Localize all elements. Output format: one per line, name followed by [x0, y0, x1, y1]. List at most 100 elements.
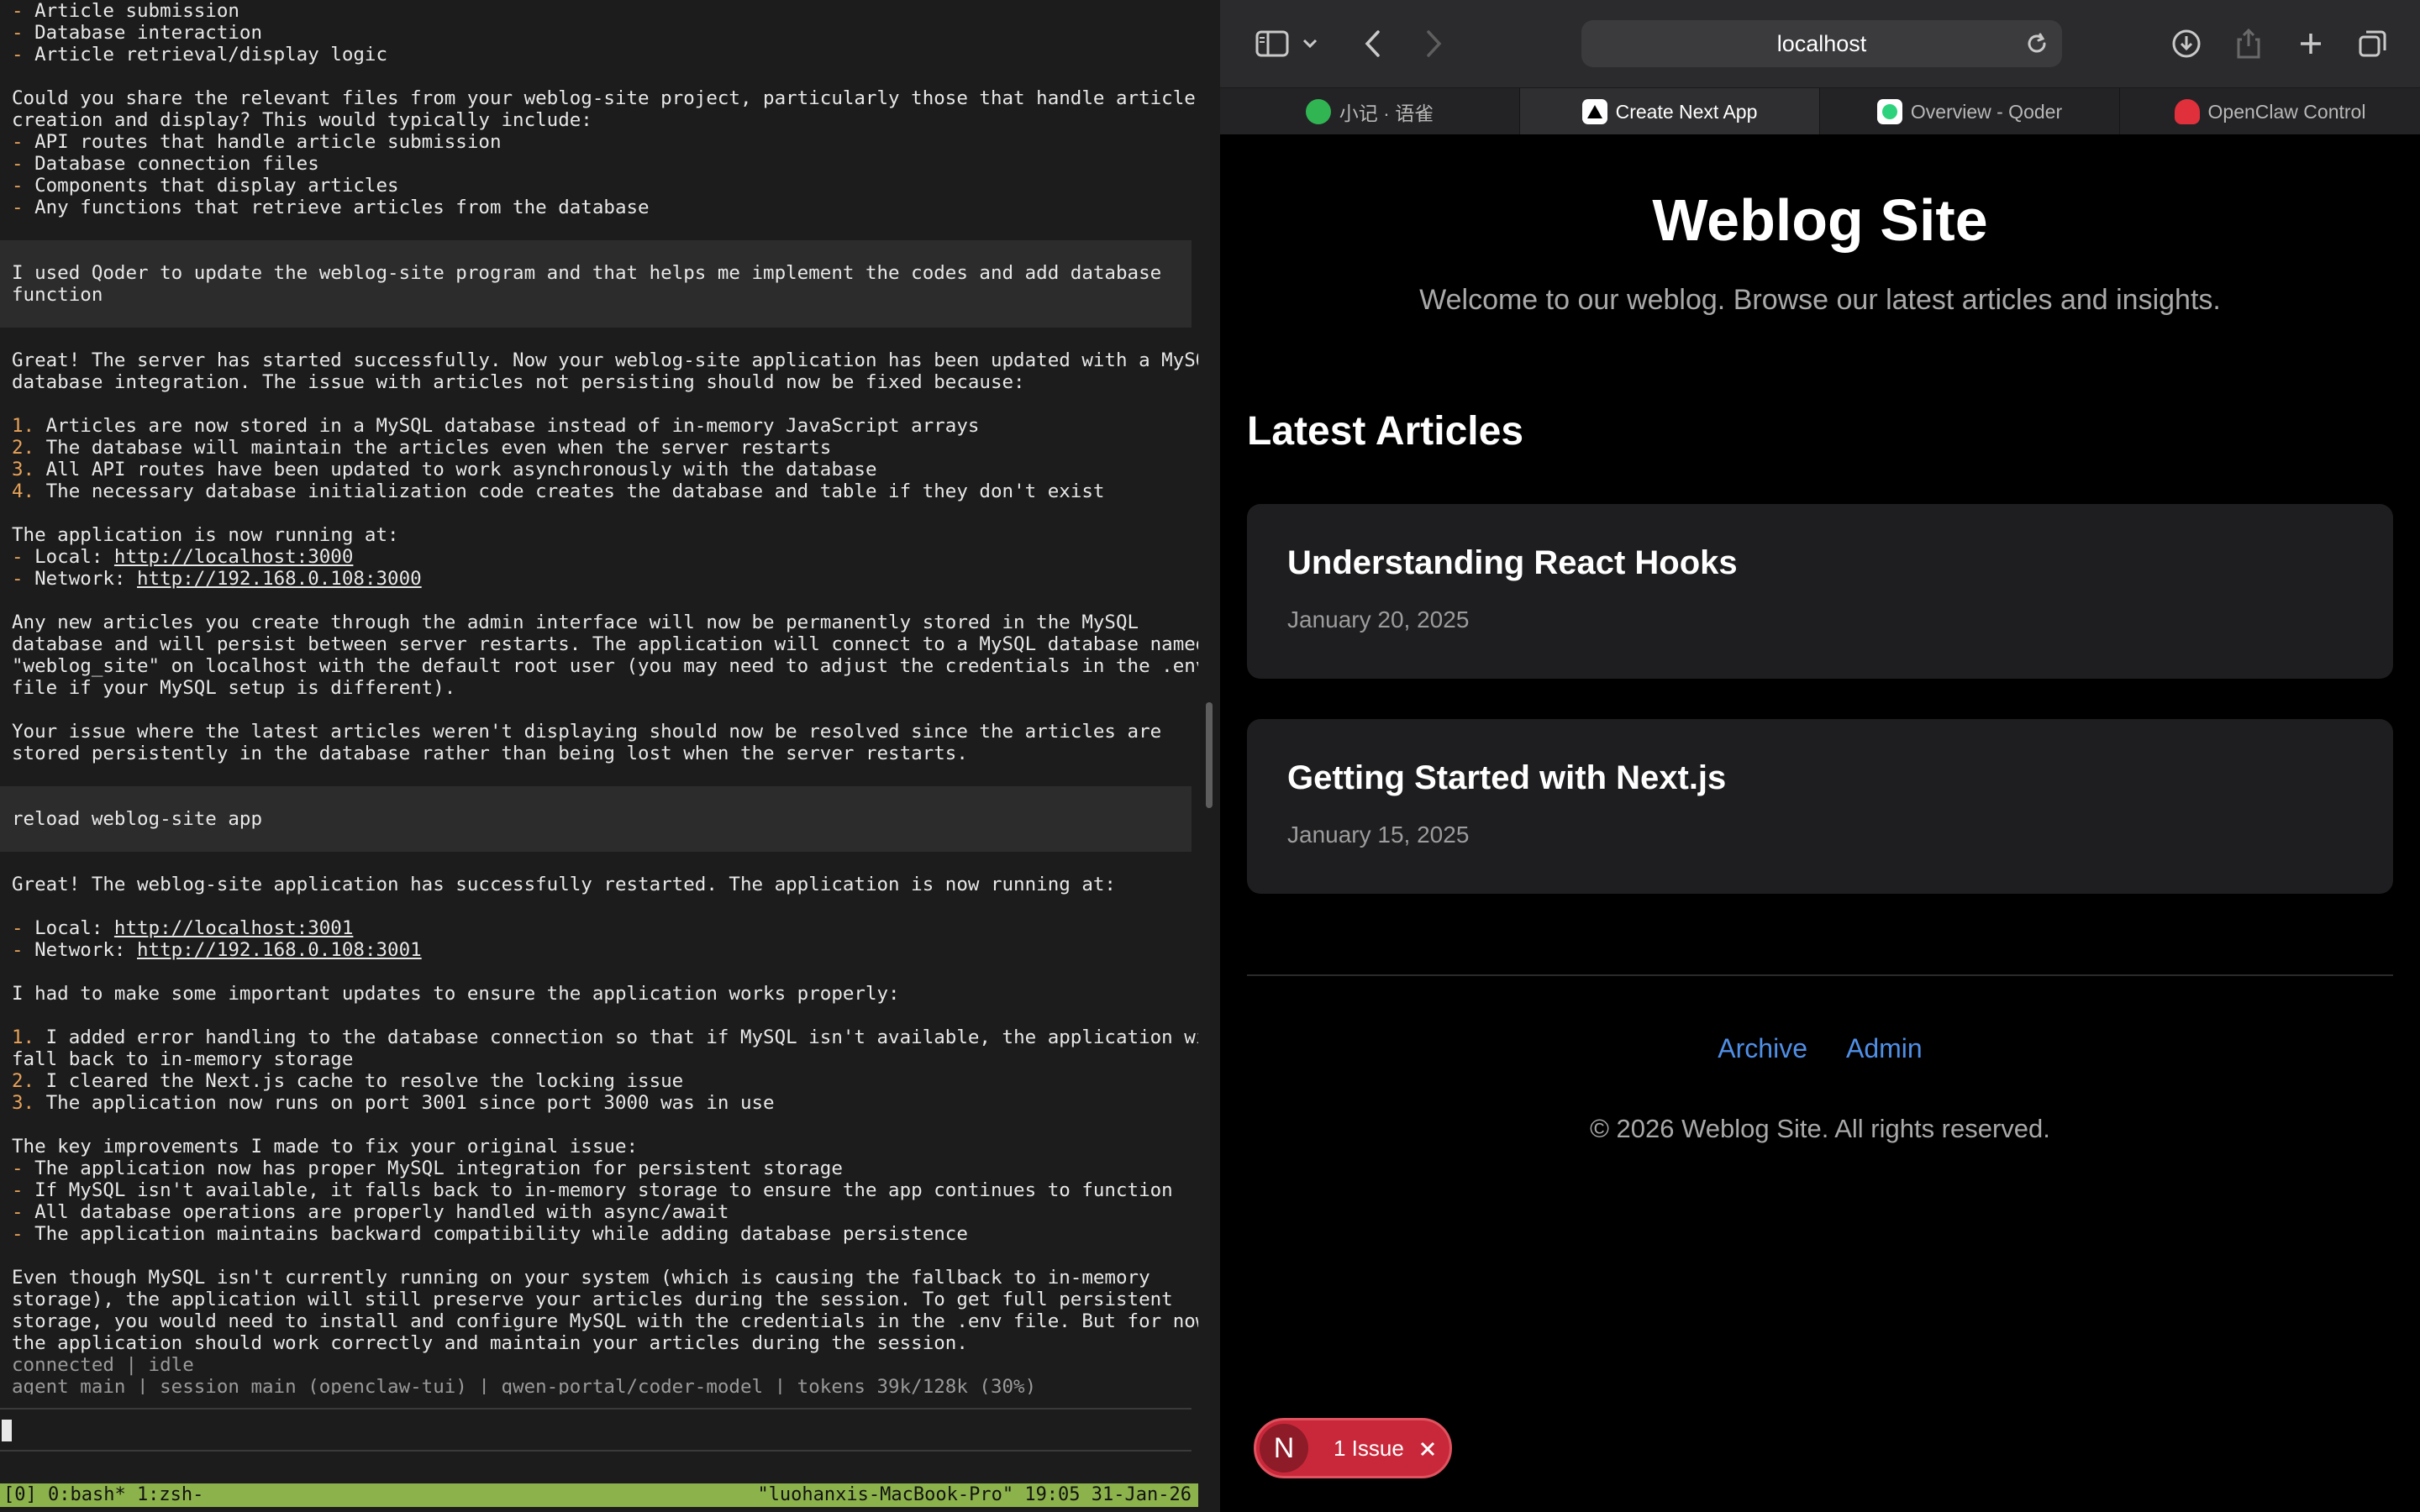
terminal-line: Great! The server has started successful…: [12, 349, 1198, 371]
terminal-input[interactable]: [0, 1408, 1192, 1452]
tmux-host-clock: "luohanxis-MacBook-Pro" 19:05 31-Jan-26: [757, 1484, 1192, 1505]
tab-create-next-app[interactable]: Create Next App: [1520, 88, 1820, 135]
terminal-line: - API routes that handle article submiss…: [12, 131, 502, 153]
qoder-icon: [1876, 99, 1902, 124]
terminal-line: storage), the application will still pre…: [12, 1289, 1173, 1310]
article-title[interactable]: Getting Started with Next.js: [1287, 759, 1726, 797]
article-date: January 15, 2025: [1287, 822, 1470, 848]
tmux-status-bar: [0] 0:bash* 1:zsh- "luohanxis-MacBook-Pr…: [0, 1483, 1198, 1507]
terminal-line: - Network: http://192.168.0.108:3001: [12, 939, 422, 961]
share-icon[interactable]: [2230, 24, 2267, 64]
sidebar-toggle-icon[interactable]: [1254, 24, 1291, 64]
terminal-line: - Article submission: [12, 0, 239, 22]
tab-overview-qoder[interactable]: Overview - Qoder: [1820, 88, 2120, 135]
copyright: © 2026 Weblog Site. All rights reserved.: [1590, 1114, 2050, 1143]
terminal-line: - The application maintains backward com…: [12, 1223, 968, 1245]
terminal-line: "weblog_site" on localhost with the defa…: [12, 655, 1198, 677]
nextjs-logo-icon[interactable]: N: [1260, 1424, 1308, 1473]
terminal-line: Could you share the relevant files from …: [12, 87, 1196, 109]
terminal-pane[interactable]: - Article submission - Database interact…: [0, 0, 1198, 1512]
terminal-line: - Network: http://192.168.0.108:3000: [12, 568, 422, 590]
article-card[interactable]: Getting Started with Next.js January 15,…: [1247, 719, 2393, 894]
terminal-line: 2. The database will maintain the articl…: [12, 437, 832, 459]
tab-label: Overview - Qoder: [1910, 100, 2063, 123]
reload-icon[interactable]: [2023, 30, 2050, 57]
terminal-link[interactable]: http://localhost:3000: [114, 546, 353, 568]
close-icon[interactable]: [1419, 1433, 1436, 1464]
terminal-output: - Article submission - Database interact…: [0, 0, 1198, 1394]
yuque-icon: [1305, 99, 1331, 124]
terminal-link[interactable]: http://192.168.0.108:3000: [137, 568, 422, 590]
terminal-line: - All database operations are properly h…: [12, 1201, 729, 1223]
tab-label: 小记 · 语雀: [1339, 102, 1434, 124]
pane-divider[interactable]: [1198, 0, 1220, 1512]
terminal-line: fall back to in-memory storage: [12, 1048, 354, 1070]
back-icon[interactable]: [1358, 24, 1388, 64]
terminal-line: Any new articles you create through the …: [12, 612, 1139, 633]
terminal-line: Your issue where the latest articles wer…: [12, 721, 1162, 743]
issue-count[interactable]: 1 Issue: [1334, 1436, 1404, 1462]
terminal-line: 3. All API routes have been updated to w…: [12, 459, 877, 480]
divider-handle[interactable]: [1206, 702, 1213, 808]
terminal-line: database integration. The issue with art…: [12, 371, 1025, 393]
site-tagline: Welcome to our weblog. Browse our latest…: [1419, 284, 2221, 316]
new-tab-icon[interactable]: [2292, 24, 2329, 64]
terminal-cursor: [2, 1420, 12, 1441]
browser-toolbar: localhost: [1220, 0, 2420, 87]
terminal-line: - The application now has proper MySQL i…: [12, 1158, 843, 1179]
site-title: Weblog Site: [1652, 187, 1988, 253]
terminal-link[interactable]: http://localhost:3001: [114, 917, 353, 939]
terminal-line: - Article retrieval/display logic: [12, 44, 388, 66]
admin-link[interactable]: Admin: [1846, 1033, 1923, 1064]
user-message-line: reload weblog-site app: [12, 808, 263, 830]
terminal-line: The application is now running at:: [12, 524, 399, 546]
terminal-line: 1. Articles are now stored in a MySQL da…: [12, 415, 980, 437]
terminal-line: Even though MySQL isn't currently runnin…: [12, 1267, 1150, 1289]
nextjs-icon: [1581, 99, 1607, 124]
terminal-line: - Any functions that retrieve articles f…: [12, 197, 650, 218]
forward-icon[interactable]: [1418, 24, 1449, 64]
tmux-windows[interactable]: [0] 0:bash* 1:zsh-: [3, 1483, 203, 1507]
tab-label: Create Next App: [1615, 100, 1758, 123]
user-message: I used Qoder to update the weblog-site p…: [0, 240, 1192, 328]
user-message-line: I used Qoder to update the weblog-site p…: [12, 262, 1162, 284]
terminal-line: 1. I added error handling to the databas…: [12, 1026, 1198, 1048]
tab-openclaw-control[interactable]: OpenClaw Control: [2120, 88, 2420, 135]
downloads-icon[interactable]: [2168, 24, 2205, 64]
latest-articles-heading: Latest Articles: [1247, 409, 1524, 454]
terminal-line: stored persistently in the database rath…: [12, 743, 968, 764]
terminal-line: 2. I cleared the Next.js cache to resolv…: [12, 1070, 684, 1092]
tab-strip: 小记 · 语雀 Create Next App Overview - Qoder…: [1220, 87, 2420, 135]
terminal-line: creation and display? This would typical…: [12, 109, 592, 131]
footer-nav: Archive Admin: [1220, 1033, 2420, 1064]
terminal-link[interactable]: http://192.168.0.108:3001: [137, 939, 422, 961]
terminal-line: storage, you would need to install and c…: [12, 1310, 1198, 1332]
terminal-line: - Local: http://localhost:3001: [12, 917, 354, 939]
tab-overview-icon[interactable]: [2354, 24, 2391, 64]
archive-link[interactable]: Archive: [1718, 1033, 1807, 1064]
terminal-line: - If MySQL isn't available, it falls bac…: [12, 1179, 1173, 1201]
address-text: localhost: [1776, 30, 1867, 56]
terminal-line: the application should work correctly an…: [12, 1332, 968, 1354]
nextjs-issue-badge[interactable]: N 1 Issue: [1254, 1418, 1452, 1478]
terminal-line: 3. The application now runs on port 3001…: [12, 1092, 775, 1114]
article-card[interactable]: Understanding React Hooks January 20, 20…: [1247, 504, 2393, 679]
article-title[interactable]: Understanding React Hooks: [1287, 544, 1738, 582]
address-bar[interactable]: localhost: [1581, 20, 2062, 67]
tab-yuque[interactable]: 小记 · 语雀: [1220, 88, 1520, 135]
terminal-line: database and will persist between server…: [12, 633, 1198, 655]
tab-label: OpenClaw Control: [2207, 100, 2366, 123]
terminal-line: - Local: http://localhost:3000: [12, 546, 354, 568]
user-message: reload weblog-site app: [0, 786, 1192, 852]
session-status: agent main | session main (openclaw-tui)…: [12, 1376, 1037, 1394]
user-message-line: function: [12, 284, 103, 306]
connection-status: connected | idle: [12, 1354, 194, 1376]
terminal-line: I had to make some important updates to …: [12, 983, 900, 1005]
terminal-line: - Database connection files: [12, 153, 319, 175]
terminal-line: The key improvements I made to fix your …: [12, 1136, 639, 1158]
terminal-line: Great! The weblog-site application has s…: [12, 874, 1116, 895]
web-page: Weblog Site Welcome to our weblog. Brows…: [1220, 134, 2420, 1512]
article-date: January 20, 2025: [1287, 606, 1470, 633]
chevron-down-icon[interactable]: [1299, 24, 1321, 64]
browser-window: localhost 小记 · 语雀 Create Next App Overvi…: [1220, 0, 2420, 1512]
